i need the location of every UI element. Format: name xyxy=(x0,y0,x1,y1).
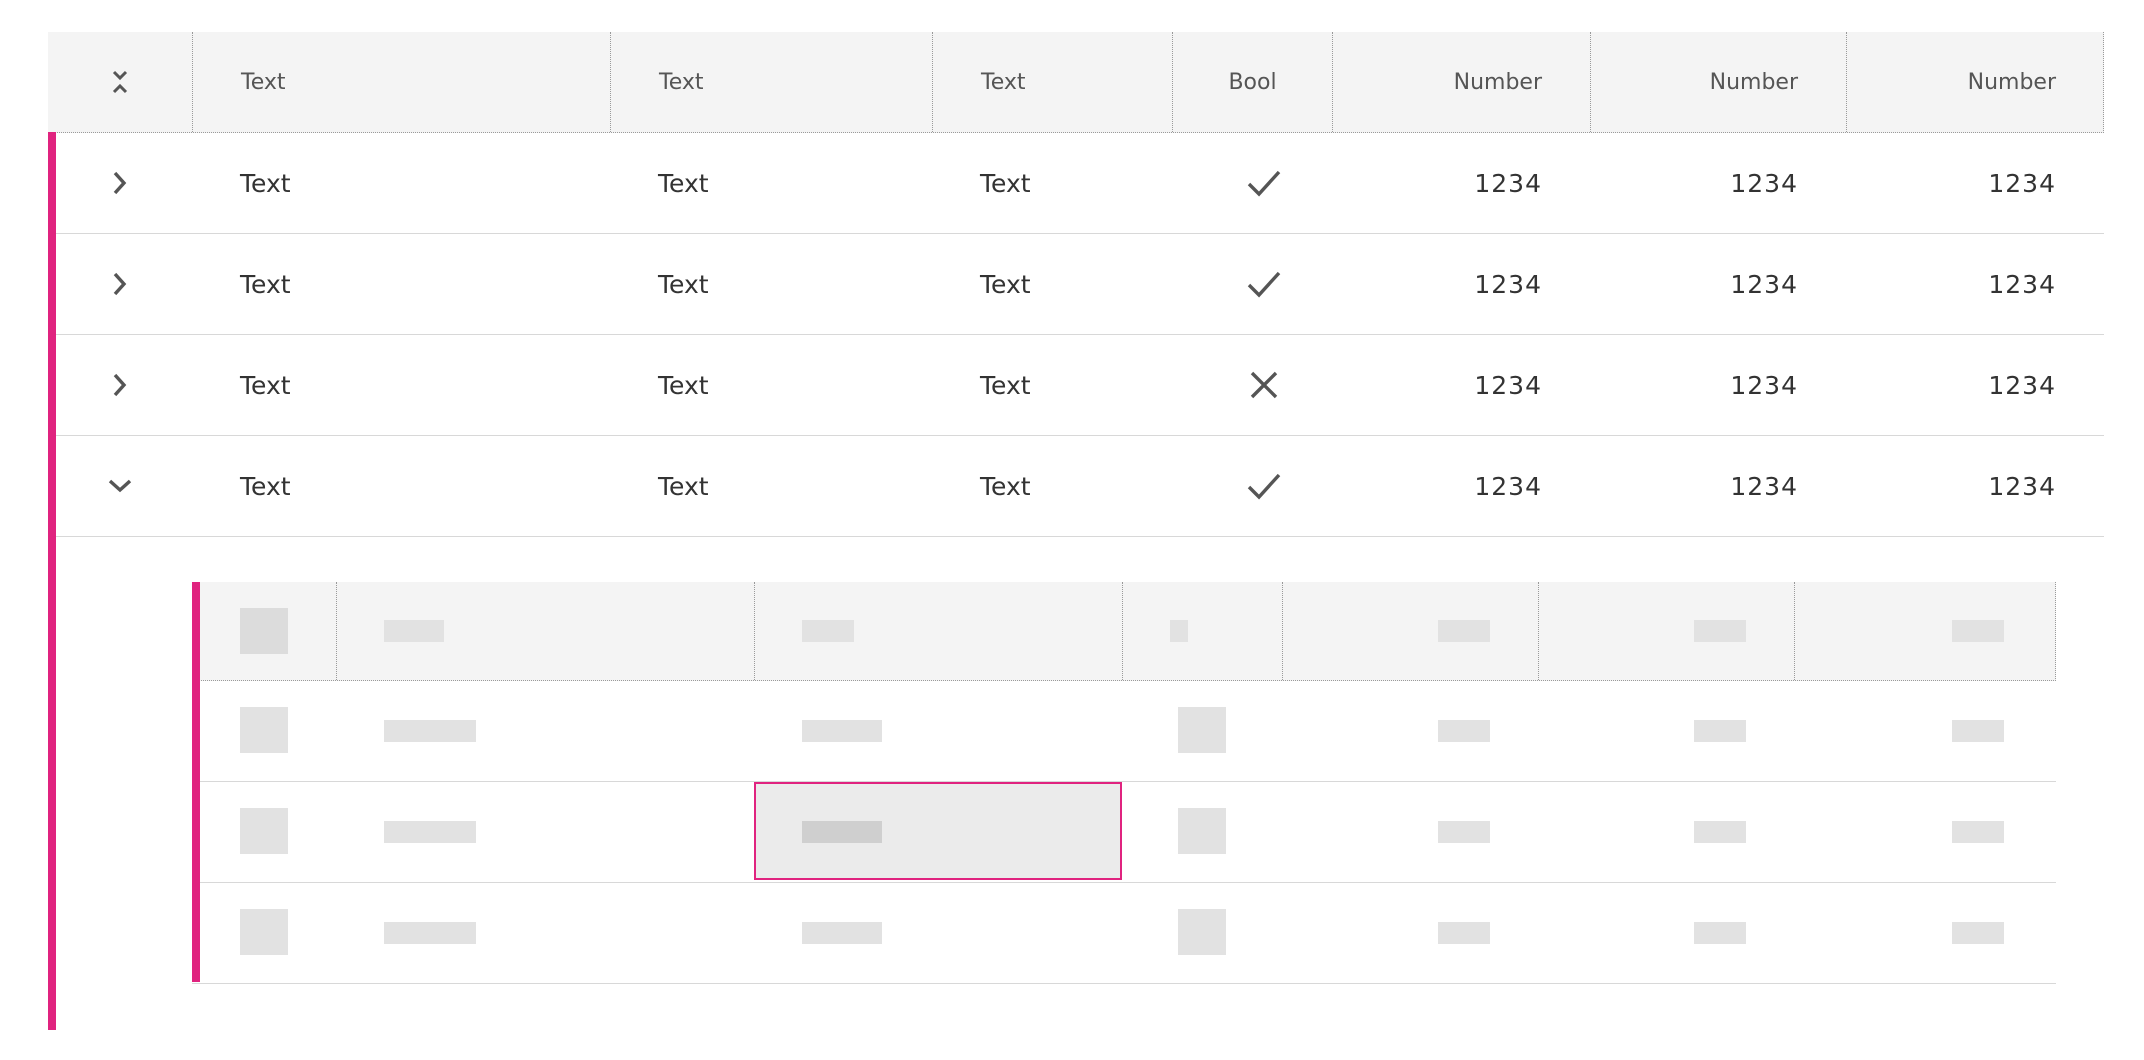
expand-row-button[interactable] xyxy=(48,234,192,334)
collapse-row-button[interactable] xyxy=(48,436,192,536)
column-divider xyxy=(754,582,755,680)
skeleton-checkbox xyxy=(240,909,288,955)
skeleton-number xyxy=(1694,922,1746,944)
chevron-down-icon xyxy=(108,479,132,493)
cell-text[interactable]: Text xyxy=(932,436,1172,536)
column-divider xyxy=(1282,582,1283,680)
skeleton-row xyxy=(192,782,2056,883)
skeleton-number xyxy=(1438,821,1490,843)
cell-text[interactable]: Text xyxy=(932,234,1172,334)
skeleton-text xyxy=(384,821,476,843)
skeleton-number xyxy=(1952,821,2004,843)
table-row[interactable]: Text Text Text 1234 1234 1234 xyxy=(48,234,2104,335)
skeleton-header-label xyxy=(1170,620,1188,642)
cell-number[interactable]: 1234 xyxy=(1590,234,1846,334)
skeleton-header-label xyxy=(1438,620,1490,642)
cell-bool[interactable] xyxy=(1172,234,1356,334)
skeleton-row xyxy=(192,681,2056,782)
grid-header: Text Text Text Bool Number Number Number xyxy=(48,32,2104,133)
cell-number[interactable]: 1234 xyxy=(1846,234,2104,334)
cell-number[interactable]: 1234 xyxy=(1590,436,1846,536)
table-row[interactable]: Text Text Text 1234 1234 1234 xyxy=(48,335,2104,436)
check-icon xyxy=(1247,170,1281,197)
cell-text[interactable]: Text xyxy=(192,234,610,334)
cell-text[interactable]: Text xyxy=(610,133,932,233)
skeleton-text xyxy=(802,922,882,944)
skeleton-number xyxy=(1438,720,1490,742)
column-header-number-2[interactable]: Number xyxy=(1590,32,1846,132)
cell-number[interactable]: 1234 xyxy=(1332,133,1590,233)
cell-number[interactable]: 1234 xyxy=(1846,436,2104,536)
chevron-right-icon xyxy=(113,171,127,195)
expand-row-button[interactable] xyxy=(48,335,192,435)
skeleton-number xyxy=(1952,922,2004,944)
skeleton-number xyxy=(1952,720,2004,742)
cell-number[interactable]: 1234 xyxy=(1332,234,1590,334)
skeleton-header-label xyxy=(384,620,444,642)
skeleton-text xyxy=(802,821,882,843)
column-header-bool[interactable]: Bool xyxy=(1172,32,1332,132)
expand-row-button[interactable] xyxy=(48,133,192,233)
skeleton-text xyxy=(802,720,882,742)
cell-text[interactable]: Text xyxy=(610,436,932,536)
cell-text[interactable]: Text xyxy=(192,335,610,435)
column-divider xyxy=(1794,582,1795,680)
skeleton-checkbox xyxy=(240,808,288,854)
skeleton-header-label xyxy=(1952,620,2004,642)
column-header-text-3[interactable]: Text xyxy=(932,32,1172,132)
skeleton-number xyxy=(1438,922,1490,944)
skeleton-bool xyxy=(1178,707,1226,753)
skeleton-number xyxy=(1694,720,1746,742)
table-row-expanded[interactable]: Text Text Text 1234 1234 1234 xyxy=(48,436,2104,537)
chevron-right-icon xyxy=(113,373,127,397)
cell-text[interactable]: Text xyxy=(610,335,932,435)
column-header-text-1[interactable]: Text xyxy=(192,32,610,132)
cell-number[interactable]: 1234 xyxy=(1332,335,1590,435)
skeleton-checkbox xyxy=(240,608,288,654)
table-row[interactable]: Text Text Text 1234 1234 1234 xyxy=(48,133,2104,234)
cell-number[interactable]: 1234 xyxy=(1332,436,1590,536)
cell-number[interactable]: 1234 xyxy=(1846,133,2104,233)
cell-number[interactable]: 1234 xyxy=(1846,335,2104,435)
cell-text[interactable]: Text xyxy=(192,133,610,233)
skeleton-header-label xyxy=(802,620,854,642)
skeleton-header-label xyxy=(1694,620,1746,642)
cell-bool[interactable] xyxy=(1172,133,1356,233)
skeleton-number xyxy=(1694,821,1746,843)
nested-grid-skeleton xyxy=(192,582,2056,984)
skeleton-row xyxy=(192,883,2056,984)
collapse-all-button[interactable] xyxy=(48,32,192,132)
nested-grid-header xyxy=(192,582,2056,681)
skeleton-bool xyxy=(1178,909,1226,955)
cell-text[interactable]: Text xyxy=(932,335,1172,435)
skeleton-bool xyxy=(1178,808,1226,854)
cell-number[interactable]: 1234 xyxy=(1590,335,1846,435)
cell-text[interactable]: Text xyxy=(932,133,1172,233)
cell-text[interactable]: Text xyxy=(610,234,932,334)
column-divider xyxy=(1122,582,1123,680)
column-header-text-2[interactable]: Text xyxy=(610,32,932,132)
collapse-all-icon xyxy=(112,70,128,94)
row-group-accent-bar xyxy=(48,132,56,1030)
column-header-number-1[interactable]: Number xyxy=(1332,32,1590,132)
cell-number[interactable]: 1234 xyxy=(1590,133,1846,233)
chevron-right-icon xyxy=(113,272,127,296)
cell-bool[interactable] xyxy=(1172,335,1356,435)
skeleton-text xyxy=(384,922,476,944)
column-header-number-3[interactable]: Number xyxy=(1846,32,2104,132)
nested-grid-accent-bar xyxy=(192,582,200,982)
check-icon xyxy=(1247,271,1281,298)
check-icon xyxy=(1247,473,1281,500)
column-divider xyxy=(1538,582,1539,680)
skeleton-text xyxy=(384,720,476,742)
close-icon xyxy=(1250,371,1278,399)
skeleton-checkbox xyxy=(240,707,288,753)
cell-bool[interactable] xyxy=(1172,436,1356,536)
cell-text[interactable]: Text xyxy=(192,436,610,536)
data-grid: Text Text Text Bool Number Number Number… xyxy=(48,32,2104,537)
column-divider xyxy=(336,582,337,680)
